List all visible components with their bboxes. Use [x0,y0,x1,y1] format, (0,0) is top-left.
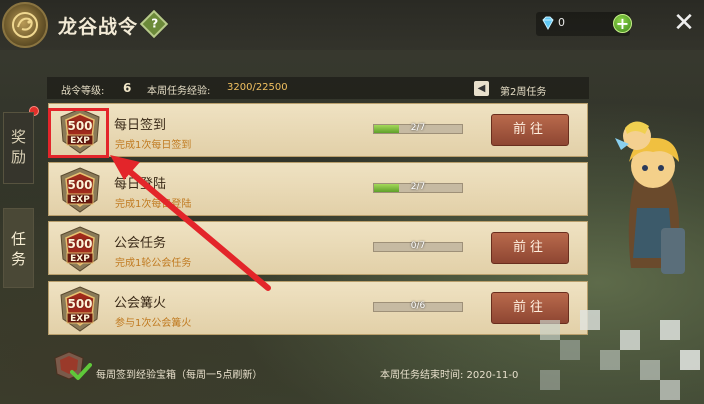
task-end-time: 本周任务结束时间: 2020-11-0 [380,370,519,381]
checkmark-icon [70,363,92,380]
character-illustration [615,121,685,274]
weekly-chest-text: 每周签到经验宝箱（每周一5点刷新） [96,370,263,381]
watermark-mosaic [540,310,700,400]
